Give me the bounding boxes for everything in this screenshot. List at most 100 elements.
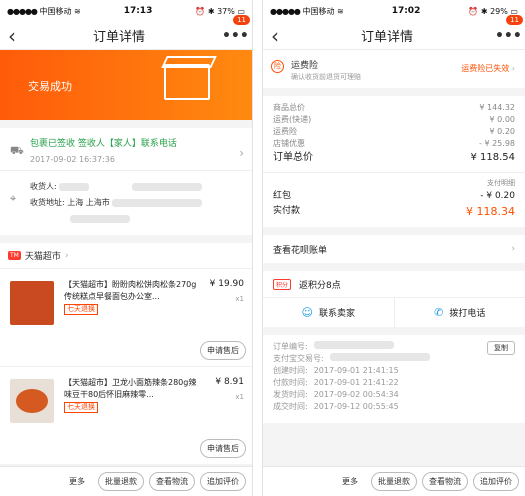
address-line2-blurred bbox=[70, 214, 130, 223]
add-review-button[interactable]: 追加评价 bbox=[473, 472, 519, 491]
points-row: 积分 返积分8点 bbox=[263, 271, 525, 297]
battery-level: 37% bbox=[217, 6, 235, 16]
insurance-status: 运费险已失效 bbox=[461, 64, 510, 73]
batch-refund-button[interactable]: 批量退款 bbox=[98, 472, 144, 491]
fee-row: 商品总价 ¥ 144.32 bbox=[273, 103, 515, 112]
contact-bar: ☺ 联系卖家 ✆ 拨打电话 bbox=[263, 297, 525, 327]
chevron-right-icon: › bbox=[511, 244, 515, 254]
shop-header[interactable]: TM 天猫超市 › bbox=[0, 243, 252, 268]
more-link[interactable]: 更多 bbox=[69, 476, 85, 487]
order-item[interactable]: 【天猫超市】卫龙小面筋辣条280g辣味豆干80后怀旧麻辣零... 七天退换 ¥ … bbox=[0, 366, 252, 464]
nav-bar: ‹ 订单详情 ••• 11 bbox=[0, 14, 252, 50]
signal-icon: ●●●●● bbox=[7, 6, 38, 16]
nav-bar: ‹ 订单详情 ••• 11 bbox=[263, 14, 525, 50]
product-quantity: x1 bbox=[235, 295, 244, 303]
tmall-icon: TM bbox=[8, 251, 21, 260]
after-sales-button[interactable]: 申请售后 bbox=[200, 341, 246, 360]
hongbao-row: 红包 - ¥ 0.20 bbox=[273, 191, 515, 201]
after-sales-button[interactable]: 申请售后 bbox=[200, 439, 246, 458]
right-screen: ●●●●● 中国移动 ≋ 17:02 ⏰ ✱ 29% ▭ ‹ 订单详情 ••• 1… bbox=[262, 0, 525, 496]
contact-seller-button[interactable]: ☺ 联系卖家 bbox=[263, 298, 395, 327]
huabei-bill-row[interactable]: 查看花呗账单 › bbox=[263, 235, 525, 263]
more-menu-button[interactable]: ••• 11 bbox=[495, 14, 523, 44]
logistics-time: 2017-09-02 16:37:36 bbox=[30, 155, 115, 164]
info-row: 支付宝交易号: bbox=[273, 353, 515, 365]
order-item[interactable]: 【天猫超市】盼盼肉松饼肉松条270g 传统糕点早餐面包办公室... 七天退换 ¥… bbox=[0, 268, 252, 366]
wifi-icon: ≋ bbox=[74, 6, 81, 16]
chat-icon: ☺ bbox=[301, 306, 313, 319]
location-pin-icon: ⌖ bbox=[10, 192, 17, 205]
info-row: 创建时间: 2017-09-01 21:41:15 bbox=[273, 366, 399, 375]
huabei-label: 查看花呗账单 bbox=[273, 245, 328, 256]
order-number-blurred bbox=[313, 341, 394, 349]
info-row: 订单编号: bbox=[273, 341, 515, 353]
logistics-card[interactable]: ⛟ 包裹已签收 签收人【家人】联系电话 2017-09-02 16:37:36 … bbox=[0, 128, 252, 170]
status-bar: ●●●●● 中国移动 ≋ 17:13 ⏰ ✱ 37% ▭ bbox=[0, 0, 252, 22]
bluetooth-icon: ✱ bbox=[207, 6, 215, 16]
product-name: 【天猫超市】盼盼肉松饼肉松条270g 传统糕点早餐面包办公室... bbox=[64, 280, 197, 301]
info-row: 成交时间: 2017-09-12 00:55:45 bbox=[273, 402, 399, 411]
order-status-banner: 交易成功 bbox=[0, 50, 252, 120]
chevron-right-icon: › bbox=[239, 146, 244, 160]
shipping-insurance-row[interactable]: 险 运费险 确认收货前退货可理赔 运费险已失效 › bbox=[263, 50, 525, 88]
call-button[interactable]: ✆ 拨打电话 bbox=[395, 298, 525, 327]
receiver-name-blurred bbox=[59, 182, 90, 191]
batch-refund-button[interactable]: 批量退款 bbox=[371, 472, 417, 491]
address-blurred bbox=[112, 198, 203, 207]
carrier: 中国移动 bbox=[302, 6, 335, 16]
product-image bbox=[10, 379, 54, 423]
paid-row: 实付款 ¥ 118.34 bbox=[273, 205, 515, 218]
fee-row: 运费(快递) ¥ 0.00 bbox=[273, 115, 515, 124]
phone-icon: ✆ bbox=[434, 306, 444, 319]
clock: 17:13 bbox=[123, 6, 153, 16]
chevron-right-icon: › bbox=[511, 64, 515, 73]
insurance-subtitle: 确认收货前退货可理赔 bbox=[291, 73, 361, 81]
product-name: 【天猫超市】卫龙小面筋辣条280g辣味豆干80后怀旧麻辣零... bbox=[64, 378, 197, 399]
add-review-button[interactable]: 追加评价 bbox=[200, 472, 246, 491]
back-icon[interactable]: ‹ bbox=[8, 26, 16, 46]
fee-breakdown: 商品总价 ¥ 144.32 运费(快递) ¥ 0.00 运费险 ¥ 0.20 店铺优惠… bbox=[263, 96, 525, 172]
truck-icon: ⛟ bbox=[10, 144, 24, 157]
address-card: ⌖ 收货人: 收货地址: 上海 上海市 bbox=[0, 170, 252, 235]
chevron-right-icon: › bbox=[64, 250, 69, 261]
alarm-icon: ⏰ bbox=[468, 6, 479, 16]
copy-button[interactable]: 复制 bbox=[487, 341, 515, 355]
points-label: 返积分8点 bbox=[299, 280, 341, 291]
product-image bbox=[10, 281, 54, 325]
return-policy-tag: 七天退换 bbox=[64, 304, 98, 315]
product-price: ¥ 19.90 bbox=[209, 279, 244, 289]
bottom-action-bar: 更多 批量退款 查看物流 追加评价 bbox=[263, 466, 525, 496]
paid-amount: ¥ 118.34 bbox=[466, 205, 515, 218]
view-logistics-button[interactable]: 查看物流 bbox=[422, 472, 468, 491]
signal-icon: ●●●●● bbox=[270, 6, 301, 16]
order-total-row: 订单总价 ¥ 118.54 bbox=[273, 152, 515, 163]
payment-detail-link[interactable]: 支付明细 bbox=[273, 177, 515, 189]
back-icon[interactable]: ‹ bbox=[271, 26, 279, 46]
insurance-icon: 险 bbox=[271, 60, 284, 73]
info-row: 发货时间: 2017-09-02 00:54:34 bbox=[273, 390, 399, 399]
fee-row: 店铺优惠 - ¥ 25.98 bbox=[273, 139, 515, 148]
return-policy-tag: 七天退换 bbox=[64, 402, 98, 413]
notification-badge: 11 bbox=[233, 14, 250, 25]
receiver-label: 收货人: bbox=[30, 182, 57, 191]
page-title: 订单详情 bbox=[92, 30, 145, 45]
more-link[interactable]: 更多 bbox=[342, 476, 358, 487]
order-info: 复制 订单编号: 支付宝交易号: 创建时间: 2017-09-01 21:41:1… bbox=[263, 335, 525, 423]
bottom-action-bar: 更多 批量退款 查看物流 追加评价 bbox=[0, 466, 252, 496]
product-quantity: x1 bbox=[235, 393, 244, 401]
battery-level: 29% bbox=[490, 6, 508, 16]
status-bar: ●●●●● 中国移动 ≋ 17:02 ⏰ ✱ 29% ▭ bbox=[263, 0, 525, 22]
package-box-icon bbox=[164, 64, 210, 100]
left-screen: ●●●●● 中国移动 ≋ 17:13 ⏰ ✱ 37% ▭ ‹ 订单详情 ••• 1… bbox=[0, 0, 253, 496]
fee-row: 运费险 ¥ 0.20 bbox=[273, 127, 515, 136]
carrier: 中国移动 bbox=[39, 6, 72, 16]
view-logistics-button[interactable]: 查看物流 bbox=[149, 472, 195, 491]
insurance-title: 运费险 bbox=[291, 61, 319, 71]
more-menu-button[interactable]: ••• 11 bbox=[222, 14, 250, 44]
bluetooth-icon: ✱ bbox=[480, 6, 488, 16]
receiver-phone-blurred bbox=[131, 182, 202, 191]
shop-name: 天猫超市 bbox=[24, 252, 61, 262]
payment-section: 支付明细 红包 - ¥ 0.20 实付款 ¥ 118.34 bbox=[263, 172, 525, 227]
wifi-icon: ≋ bbox=[337, 6, 344, 16]
points-icon: 积分 bbox=[273, 278, 292, 290]
